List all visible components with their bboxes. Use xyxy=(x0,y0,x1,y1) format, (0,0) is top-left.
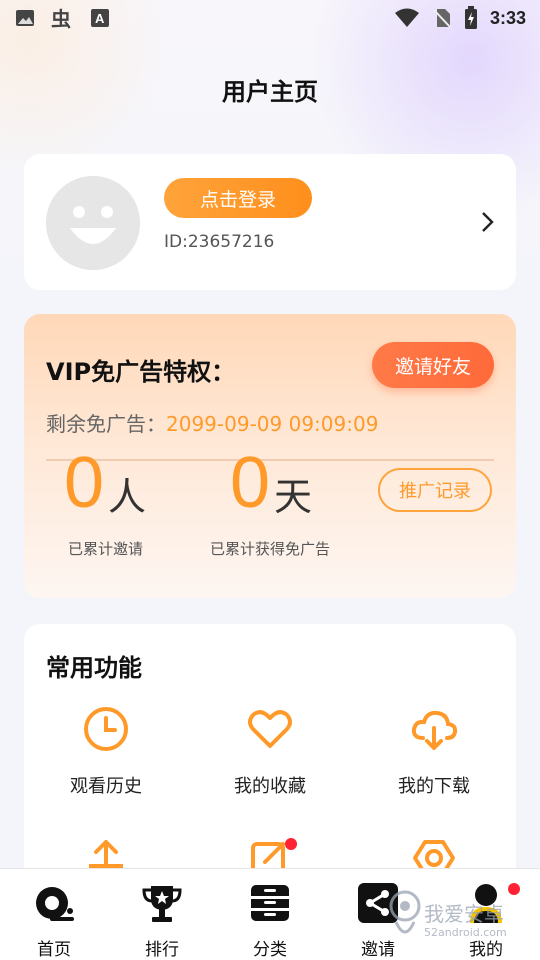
watermark-logo-icon xyxy=(389,890,421,934)
no-sim-icon xyxy=(433,9,452,29)
nav-category[interactable]: 分类 xyxy=(216,869,324,960)
notification-dot xyxy=(508,883,520,895)
watermark: 我爱安卓 52android.com xyxy=(388,886,507,948)
vip-card: VIP免广告特权： 邀请好友 剩余免广告：2099-09-09 09:09:09… xyxy=(24,314,516,598)
nav-home[interactable]: 首页 xyxy=(0,869,108,960)
nav-label: 排行 xyxy=(145,940,179,960)
remaining-value: 2099-09-09 09:09:09 xyxy=(166,412,379,436)
user-id: ID:23657216 xyxy=(164,232,275,252)
cloud-download-icon xyxy=(411,710,458,750)
promotion-record-button[interactable]: 推广记录 xyxy=(378,468,492,512)
function-downloads[interactable]: 我的下载 xyxy=(352,704,516,798)
image-icon xyxy=(16,10,34,26)
remaining-label: 剩余免广告： xyxy=(46,412,166,436)
status-bar: 虫 A 3:33 xyxy=(0,0,540,36)
category-icon xyxy=(251,885,289,921)
functions-title: 常用功能 xyxy=(46,654,142,682)
invites-count: 0 xyxy=(64,443,105,523)
watermark-text: 我爱安卓 xyxy=(424,902,504,926)
nav-label: 首页 xyxy=(37,940,71,960)
bug-icon: 虫 xyxy=(51,7,71,30)
days-caption: 已累计获得免广告 xyxy=(210,540,331,558)
chevron-right-icon[interactable] xyxy=(480,210,496,234)
nav-rank[interactable]: 排行 xyxy=(108,869,216,960)
invite-friends-button[interactable]: 邀请好友 xyxy=(372,342,494,388)
svg-text:虫: 虫 xyxy=(51,7,71,30)
watermark-sub: 52android.com xyxy=(424,926,507,939)
battery-icon xyxy=(464,6,477,29)
page-title: 用户主页 xyxy=(222,78,318,106)
home-icon xyxy=(36,887,74,921)
trophy-icon xyxy=(142,886,182,922)
nav-label: 分类 xyxy=(253,940,287,960)
svg-text:A: A xyxy=(95,11,105,26)
function-label: 观看历史 xyxy=(70,776,142,797)
wifi-icon xyxy=(394,8,419,27)
clock-icon xyxy=(84,707,128,751)
heart-icon xyxy=(248,710,292,748)
days-unit: 天 xyxy=(274,475,313,519)
login-button[interactable]: 点击登录 xyxy=(164,178,312,218)
days-count: 0 xyxy=(230,443,271,523)
function-watch-history[interactable]: 观看历史 xyxy=(24,704,188,798)
invites-unit: 人 xyxy=(108,475,147,519)
invites-caption: 已累计邀请 xyxy=(68,540,144,558)
vip-title: VIP免广告特权： xyxy=(46,358,236,386)
function-label: 我的下载 xyxy=(398,776,470,797)
notification-dot xyxy=(285,838,297,850)
status-time: 3:33 xyxy=(489,7,526,28)
function-favorites[interactable]: 我的收藏 xyxy=(188,704,352,798)
avatar[interactable] xyxy=(46,176,140,270)
remaining-ad-free: 剩余免广告：2099-09-09 09:09:09 xyxy=(46,408,378,437)
smiley-avatar-icon xyxy=(46,176,140,270)
profile-card[interactable]: 点击登录 ID:23657216 xyxy=(24,154,516,290)
function-label: 我的收藏 xyxy=(234,776,306,797)
font-icon: A xyxy=(91,9,109,27)
